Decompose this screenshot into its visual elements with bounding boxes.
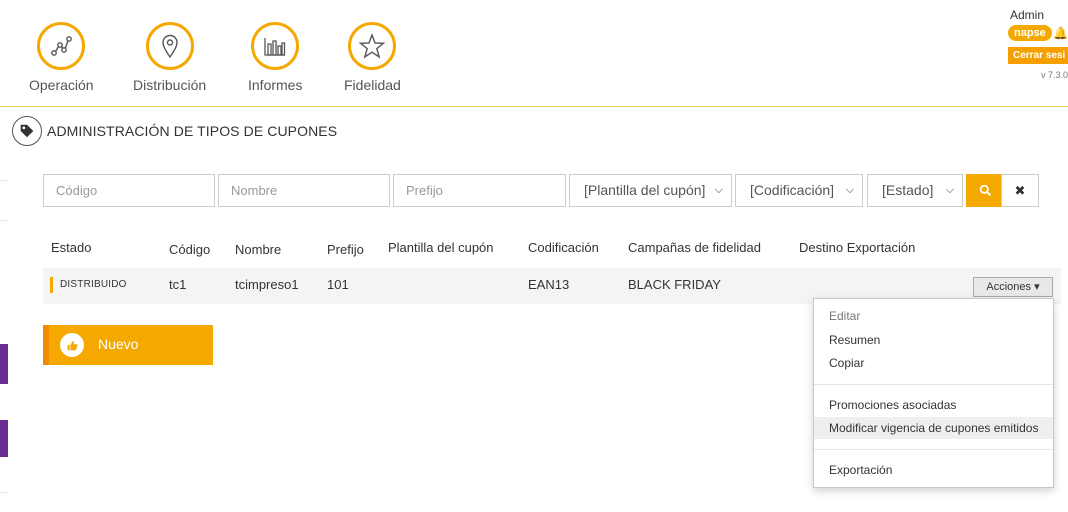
nav-label: Informes	[248, 77, 303, 93]
menu-item-copiar[interactable]: Copiar	[814, 352, 1053, 374]
logout-button[interactable]: Cerrar sesi	[1008, 47, 1068, 64]
column-header-plantilla[interactable]: Plantilla del cupón	[388, 240, 494, 255]
status-indicator	[50, 277, 53, 293]
side-marker	[0, 344, 8, 384]
cell-codigo: tc1	[169, 277, 187, 292]
nav-item-fidelidad[interactable]: Fidelidad	[344, 22, 401, 93]
nav-item-informes[interactable]: Informes	[248, 22, 302, 93]
cell-prefijo: 101	[327, 277, 349, 292]
side-marker	[0, 420, 8, 457]
column-header-codificacion[interactable]: Codificación	[528, 240, 599, 255]
menu-item-exportacion[interactable]: Exportación	[814, 459, 1053, 481]
bar-chart-icon	[251, 22, 300, 70]
codificacion-select[interactable]: [Codificación] ⌵	[735, 174, 863, 207]
status-badge: DISTRIBUIDO	[60, 279, 127, 290]
page-header: ADMINISTRACIÓN DE TIPOS DE CUPONES	[12, 116, 337, 146]
search-icon	[979, 184, 991, 197]
prefijo-filter-input[interactable]: Prefijo	[393, 174, 566, 207]
menu-item-modificar-vigencia[interactable]: Modificar vigencia de cupones emitidos	[814, 417, 1053, 439]
star-icon	[348, 22, 397, 70]
version-label: v 7.3.0	[1040, 70, 1068, 80]
plantilla-select[interactable]: [Plantilla del cupón] ⌵	[569, 174, 732, 207]
codigo-filter-input[interactable]: Código	[43, 174, 215, 207]
chevron-down-icon: ⌵	[714, 184, 723, 196]
menu-item-editar[interactable]: Editar	[814, 305, 1053, 327]
menu-divider	[814, 449, 1053, 450]
select-value: [Estado]	[882, 182, 934, 198]
nav-item-distribucion[interactable]: Distribución	[133, 22, 206, 93]
new-button-label: Nuevo	[98, 336, 139, 352]
brand-badge: napse	[1008, 25, 1052, 41]
side-divider	[0, 492, 8, 493]
tag-icon	[12, 116, 42, 146]
nav-item-operacion[interactable]: Operación	[29, 22, 94, 93]
chevron-down-icon: ⌵	[845, 184, 854, 196]
column-header-campanas[interactable]: Campañas de fidelidad	[628, 240, 761, 255]
cell-nombre: tcimpreso1	[235, 277, 299, 292]
button-accent-strip	[43, 325, 49, 365]
estado-select[interactable]: [Estado] ⌵	[867, 174, 963, 207]
nombre-filter-input[interactable]: Nombre	[218, 174, 390, 207]
side-divider	[0, 220, 8, 221]
cell-codificacion: EAN13	[528, 277, 570, 292]
column-header-nombre[interactable]: Nombre	[235, 242, 281, 257]
user-box: Admin napse 🔔 Cerrar sesi v 7.3.0	[1008, 8, 1068, 80]
select-value: [Plantilla del cupón]	[584, 182, 706, 198]
menu-divider	[814, 384, 1053, 385]
menu-item-resumen[interactable]: Resumen	[814, 329, 1053, 351]
thumbs-up-icon	[60, 333, 84, 357]
clear-filters-button[interactable]: ✖	[1001, 174, 1039, 207]
select-value: [Codificación]	[750, 182, 835, 198]
column-header-codigo[interactable]: Código	[169, 242, 210, 257]
bell-icon[interactable]: 🔔	[1053, 26, 1068, 40]
map-pin-icon	[145, 22, 194, 70]
top-navigation: Operación Distribución Informes Fidelida…	[0, 0, 1068, 107]
search-button[interactable]	[966, 174, 1004, 207]
nav-label: Fidelidad	[344, 77, 401, 93]
nav-label: Distribución	[133, 77, 207, 93]
page-title: ADMINISTRACIÓN DE TIPOS DE CUPONES	[47, 123, 338, 139]
actions-menu: Editar Resumen Copiar Promociones asocia…	[813, 298, 1054, 488]
column-header-prefijo[interactable]: Prefijo	[327, 242, 364, 257]
side-divider	[0, 180, 8, 181]
actions-dropdown-button[interactable]: Acciones ▾	[973, 277, 1053, 297]
cell-campanas: BLACK FRIDAY	[628, 277, 721, 292]
menu-item-promociones-asociadas[interactable]: Promociones asociadas	[814, 394, 1053, 416]
chevron-down-icon: ⌵	[945, 184, 954, 196]
column-header-estado[interactable]: Estado	[51, 240, 91, 255]
graph-nodes-icon	[37, 22, 86, 70]
user-name: Admin	[1010, 8, 1045, 22]
column-header-destino[interactable]: Destino Exportación	[799, 240, 915, 255]
close-icon: ✖	[1014, 182, 1026, 198]
caret-down-icon: ▾	[1034, 281, 1040, 293]
new-coupon-type-button[interactable]: Nuevo	[43, 325, 213, 365]
actions-label: Acciones	[986, 281, 1032, 293]
nav-label: Operación	[29, 77, 94, 93]
